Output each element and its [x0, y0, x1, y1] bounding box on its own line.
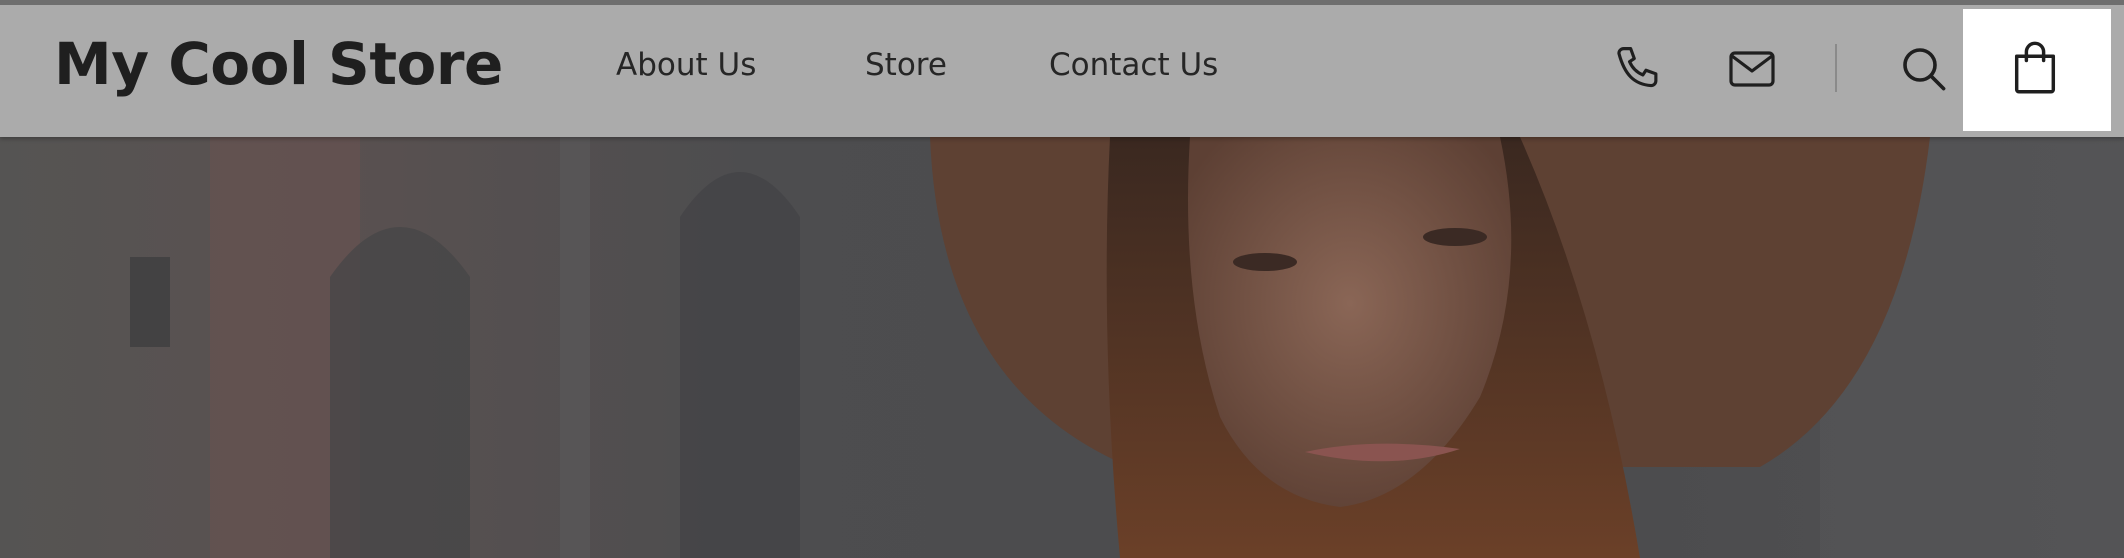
store-logo[interactable]: My Cool Store	[54, 30, 503, 98]
phone-icon[interactable]	[1612, 43, 1666, 101]
hero-banner	[0, 137, 2124, 558]
nav-contact-us[interactable]: Contact Us	[1049, 47, 1218, 83]
cart-button[interactable]	[1963, 9, 2111, 131]
site-header: My Cool Store About Us Store Contact Us	[0, 0, 2124, 137]
mail-icon[interactable]	[1728, 49, 1776, 93]
search-icon[interactable]	[1900, 45, 1948, 97]
shopping-bag-icon	[2014, 41, 2056, 94]
nav-about-us[interactable]: About Us	[616, 47, 756, 83]
top-border	[0, 0, 2124, 5]
hero-image	[0, 137, 2124, 558]
nav-store[interactable]: Store	[865, 47, 947, 83]
header-divider	[1835, 44, 1837, 92]
